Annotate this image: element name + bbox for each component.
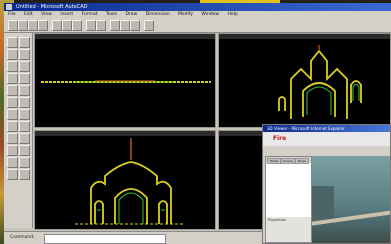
preview-properties: Properties — [266, 217, 311, 242]
circle-icon[interactable] — [7, 49, 18, 60]
menu-tools[interactable]: Tools — [106, 12, 117, 17]
redo-icon[interactable] — [96, 20, 106, 31]
properties-icon[interactable] — [144, 20, 154, 31]
menu-modify[interactable]: Modify — [178, 12, 193, 17]
window-title: Untitled - Microsoft AutoCAD — [16, 4, 88, 10]
menu-draw[interactable]: Draw — [125, 12, 137, 17]
preview-title-bar[interactable]: 3D Viewer - Microsoft Internet Explorer — [263, 125, 390, 132]
command-label: Command: — [10, 235, 35, 240]
dimension-icon[interactable] — [7, 133, 18, 144]
menu-help[interactable]: Help — [228, 12, 238, 17]
tab-items[interactable]: Items — [267, 158, 281, 164]
line-icon[interactable] — [19, 37, 30, 48]
rectangle-icon[interactable] — [7, 61, 18, 72]
move-icon[interactable] — [7, 73, 18, 84]
draw-toolbar — [4, 33, 33, 228]
viewport-top-right[interactable] — [218, 33, 391, 128]
side-elevation-drawing — [75, 138, 185, 225]
properties-label: Properties — [268, 218, 286, 222]
pan-icon[interactable] — [110, 20, 120, 31]
hatch-icon[interactable] — [7, 121, 18, 132]
command-input[interactable] — [44, 234, 166, 244]
mirror-icon[interactable] — [19, 97, 30, 108]
menu-view[interactable]: View — [41, 12, 52, 17]
polyline-icon[interactable] — [19, 61, 30, 72]
copy-icon[interactable] — [62, 20, 72, 31]
paste-icon[interactable] — [72, 20, 82, 31]
save-icon[interactable] — [28, 20, 38, 31]
menu-file[interactable]: File — [8, 12, 16, 17]
erase-icon[interactable] — [19, 133, 30, 144]
viewport-bottom-left[interactable] — [34, 130, 216, 230]
zoom-window-icon[interactable] — [130, 20, 140, 31]
preview-logo: Fire — [273, 135, 287, 142]
block-icon[interactable] — [19, 157, 30, 168]
select-icon[interactable] — [7, 37, 18, 48]
preview-3d-view[interactable] — [312, 156, 390, 243]
main-toolbar — [4, 18, 391, 33]
menu-insert[interactable]: Insert — [60, 12, 73, 17]
extend-icon[interactable] — [7, 97, 18, 108]
menu-dimension[interactable]: Dimension — [146, 12, 170, 17]
menu-window[interactable]: Window — [201, 12, 219, 17]
app-icon[interactable] — [6, 4, 12, 10]
preview-window[interactable]: 3D Viewer - Microsoft Internet Explorer … — [262, 124, 391, 244]
layer-icon[interactable] — [7, 169, 18, 180]
render-icon[interactable] — [19, 169, 30, 180]
cut-icon[interactable] — [52, 20, 62, 31]
print-icon[interactable] — [38, 20, 48, 31]
array-icon[interactable] — [19, 109, 30, 120]
tab-scene[interactable]: Scene — [281, 158, 295, 164]
plan-drawing — [41, 80, 211, 83]
undo-icon[interactable] — [86, 20, 96, 31]
front-elevation-drawing — [278, 45, 362, 119]
tab-props[interactable]: Props — [295, 158, 309, 164]
menu-format[interactable]: Format — [82, 12, 98, 17]
chamfer-icon[interactable] — [7, 157, 18, 168]
title-bar[interactable]: Untitled - Microsoft AutoCAD — [4, 3, 391, 11]
text-icon[interactable] — [19, 121, 30, 132]
preview-tabs: Items Scene Props — [266, 157, 311, 164]
preview-toolbar — [263, 146, 390, 155]
offset-icon[interactable] — [7, 109, 18, 120]
viewport-top-left[interactable] — [34, 33, 216, 128]
scale-icon[interactable] — [7, 85, 18, 96]
explode-icon[interactable] — [7, 145, 18, 156]
zoom-icon[interactable] — [120, 20, 130, 31]
new-file-icon[interactable] — [8, 20, 18, 31]
rotate-icon[interactable] — [19, 73, 30, 84]
open-file-icon[interactable] — [18, 20, 28, 31]
menu-edit[interactable]: Edit — [24, 12, 33, 17]
preview-side-panel: Items Scene Props Properties — [265, 156, 312, 243]
preview-title: 3D Viewer - Microsoft Internet Explorer — [267, 126, 345, 131]
preview-logo-bar: Fire — [263, 132, 390, 146]
trim-icon[interactable] — [19, 85, 30, 96]
menu-bar: File Edit View Insert Format Tools Draw … — [4, 11, 391, 18]
fillet-icon[interactable] — [19, 145, 30, 156]
arc-icon[interactable] — [19, 49, 30, 60]
